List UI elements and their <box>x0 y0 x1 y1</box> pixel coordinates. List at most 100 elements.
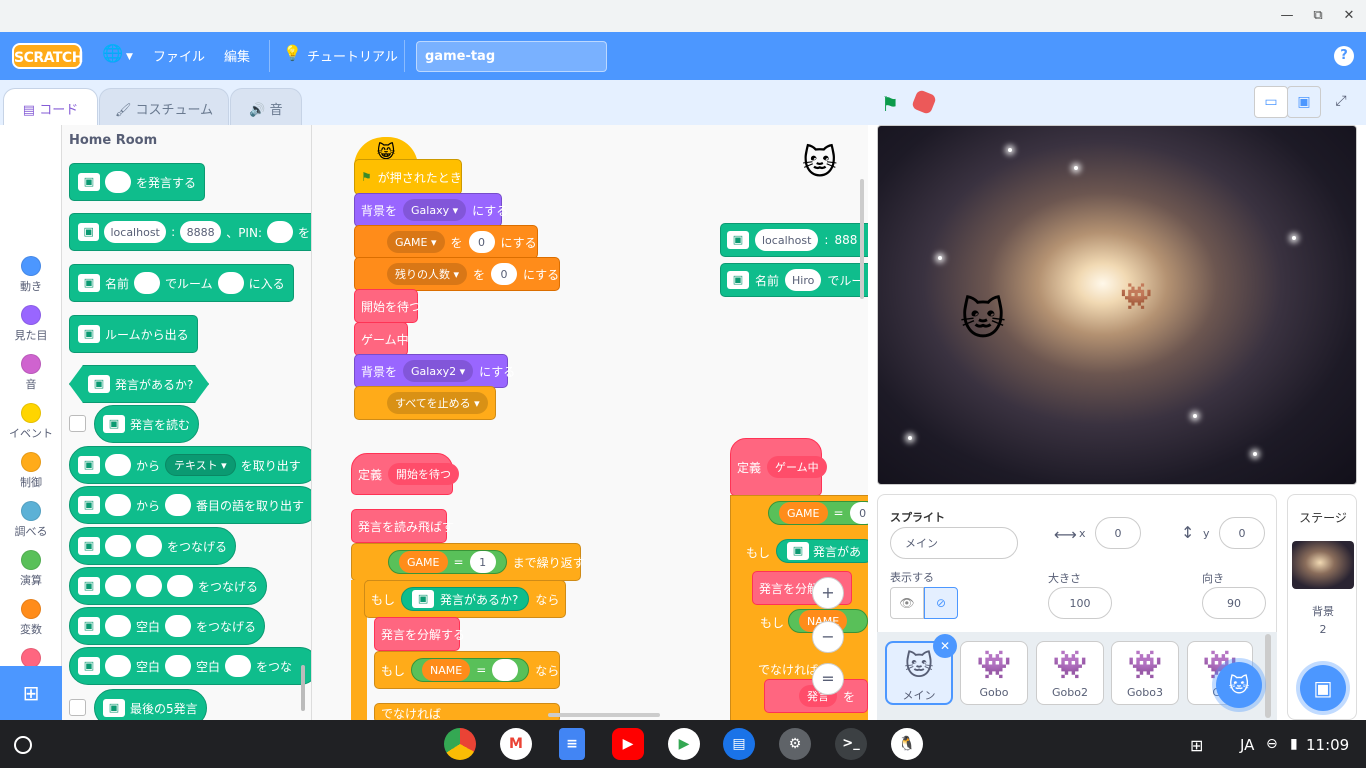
join-input-3[interactable] <box>225 655 252 677</box>
category-item[interactable]: 調べる <box>0 501 62 539</box>
join-room-block[interactable]: ▣ 名前 Hiro でルー <box>720 263 868 297</box>
has-message-block[interactable]: ▣ 発言があるか? <box>69 365 209 403</box>
terminal-app-icon[interactable]: >_ <box>835 728 867 760</box>
nth-source-input[interactable] <box>105 494 131 516</box>
help-button[interactable]: ? <box>1334 46 1354 66</box>
play-store-app-icon[interactable]: ▶ <box>668 728 700 760</box>
has-msg-condition[interactable]: ▣ 発言があ <box>776 539 868 563</box>
join-space-block[interactable]: ▣ 空白 をつなげる <box>69 607 266 645</box>
close-button[interactable]: ✕ <box>1340 8 1358 24</box>
backdrop-thumbnail[interactable] <box>1292 541 1354 589</box>
zoom-out-button[interactable]: − <box>812 621 844 653</box>
sprite-name-input[interactable]: メイン <box>890 527 1018 559</box>
game-eq-condition[interactable]: GAME = 0 <box>768 501 868 525</box>
category-item[interactable]: 音 <box>0 354 62 392</box>
zoom-reset-button[interactable]: = <box>812 663 844 695</box>
clock[interactable]: 11:09 <box>1306 736 1349 754</box>
small-stage-button[interactable]: ▭ <box>1254 86 1288 118</box>
size-input[interactable]: 100 <box>1048 587 1112 619</box>
read-message-block[interactable]: ▣ 発言を読む <box>94 405 200 443</box>
show-eye-icon[interactable]: 👁 <box>890 587 924 619</box>
join-input-3[interactable] <box>167 575 193 597</box>
gobo-sprite[interactable]: 👾 <box>1120 282 1152 312</box>
project-title-input[interactable]: game-tag <box>416 41 607 72</box>
if-has-msg-block[interactable]: もし ▣ 発言があるか? なら <box>364 580 566 618</box>
join-input-1[interactable] <box>105 655 131 677</box>
variable-dropdown[interactable]: GAME ▾ <box>387 231 445 253</box>
eq-value[interactable]: 1 <box>469 551 496 573</box>
call-wait-start-block[interactable]: 開始を待つ <box>354 289 421 323</box>
value-input[interactable]: 0 <box>491 263 518 285</box>
leave-room-block[interactable]: ▣ ルームから出る <box>69 315 198 353</box>
call-in-game-block[interactable]: ゲーム中 <box>354 322 409 356</box>
join-input-2[interactable] <box>165 655 192 677</box>
messages-app-icon[interactable]: ▤ <box>723 728 755 760</box>
gmail-app-icon[interactable]: M <box>500 728 532 760</box>
connect-block[interactable]: ▣ localhost:8888 、PIN: を <box>69 213 311 251</box>
room-input[interactable] <box>217 272 244 294</box>
stop-dropdown[interactable]: すべてを止める ▾ <box>387 392 488 414</box>
category-item[interactable]: 変数 <box>0 599 62 637</box>
join-input-2[interactable] <box>136 575 162 597</box>
category-item[interactable]: イベント <box>0 403 62 441</box>
settings-app-icon[interactable]: ⚙ <box>779 728 811 760</box>
join3-block[interactable]: ▣ をつなげる <box>69 567 268 605</box>
menu-edit[interactable]: 編集 <box>224 46 250 65</box>
join-input-1[interactable] <box>105 615 131 637</box>
large-stage-button[interactable]: ▣ <box>1287 86 1321 118</box>
direction-input[interactable]: 90 <box>1202 587 1266 619</box>
read-message-checkbox[interactable] <box>69 415 86 432</box>
category-item[interactable]: 演算 <box>0 550 62 588</box>
sprite-tile-gobo3[interactable]: 👾 Gobo3 <box>1111 641 1179 705</box>
call-skip-msgs-block[interactable]: 発言を読み飛ばす <box>351 509 454 543</box>
main-sprite[interactable]: 🐱 <box>960 294 1006 345</box>
join-space3-block[interactable]: ▣ 空白 空白 をつな <box>69 647 311 685</box>
host-input[interactable]: localhost <box>755 229 819 251</box>
switch-backdrop-block[interactable]: 背景を Galaxy2 ▾ にする <box>354 354 515 388</box>
maximize-button[interactable]: ⧉ <box>1309 8 1327 24</box>
backdrop-dropdown[interactable]: Galaxy ▾ <box>403 199 467 221</box>
nth-word-block[interactable]: ▣ から 番目の語を取り出す <box>69 486 311 524</box>
join2-block[interactable]: ▣ をつなげる <box>69 527 237 565</box>
green-flag-button[interactable]: ⚑ <box>881 92 899 116</box>
delete-sprite-button[interactable]: ✕ <box>933 634 957 658</box>
script-hscrollbar[interactable] <box>548 713 660 717</box>
scratch-logo[interactable]: SCRATCH <box>12 43 83 69</box>
variable-dropdown[interactable]: 残りの人数 ▾ <box>387 263 468 285</box>
name-input[interactable]: Hiro <box>785 269 822 291</box>
chrome-app-icon[interactable] <box>444 728 476 760</box>
globe-icon[interactable]: 🌐 <box>102 44 123 64</box>
menu-file[interactable]: ファイル <box>153 46 205 65</box>
join-input-1[interactable] <box>105 535 131 557</box>
sprite-tile-gobo[interactable]: 👾 Gobo <box>960 641 1028 705</box>
say-block[interactable]: ▣ を発言する <box>69 163 206 201</box>
call-decompose-block[interactable]: 発言を分解する <box>374 617 465 651</box>
backdrop-dropdown[interactable]: Galaxy2 ▾ <box>403 360 474 382</box>
join-input-2[interactable] <box>136 535 162 557</box>
switch-backdrop-block[interactable]: 背景を Galaxy ▾ にする <box>354 193 508 227</box>
say-input[interactable] <box>105 171 131 193</box>
pin-input[interactable] <box>266 221 293 243</box>
menu-tutorials[interactable]: チュートリアル <box>307 46 398 65</box>
stage-canvas[interactable]: 🐱 👾 <box>877 125 1357 485</box>
repeat-until-block[interactable]: GAME = 1 まで繰り返す <box>351 543 585 581</box>
host-input[interactable]: localhost <box>104 221 167 243</box>
palette-scrollbar[interactable] <box>301 665 305 711</box>
docs-app-icon[interactable]: ≡ <box>559 728 585 760</box>
zoom-in-button[interactable]: + <box>812 577 844 609</box>
name-eq-condition[interactable]: NAME = <box>411 658 530 682</box>
join-room-block[interactable]: ▣ 名前 でルーム に入る <box>69 264 294 302</box>
extract-source-input[interactable] <box>105 454 131 476</box>
sprite-tile-gobo2[interactable]: 👾 Gobo2 <box>1036 641 1104 705</box>
game-eq-condition[interactable]: GAME = 1 <box>388 550 507 574</box>
extract-text-block[interactable]: ▣ から テキスト ▾ を取り出す <box>69 446 311 484</box>
youtube-app-icon[interactable]: ▶ <box>612 728 644 760</box>
last5-checkbox[interactable] <box>69 699 86 716</box>
tote-icon[interactable]: ⊞ <box>1190 736 1203 755</box>
y-input[interactable]: 0 <box>1219 517 1265 549</box>
tab-costumes[interactable]: 🖌 コスチューム <box>99 88 229 125</box>
eq-value[interactable] <box>492 659 519 681</box>
when-flag-block[interactable]: ⚑ が押されたとき <box>354 159 462 195</box>
category-item[interactable]: 制御 <box>0 452 62 490</box>
name-input[interactable] <box>134 272 161 294</box>
